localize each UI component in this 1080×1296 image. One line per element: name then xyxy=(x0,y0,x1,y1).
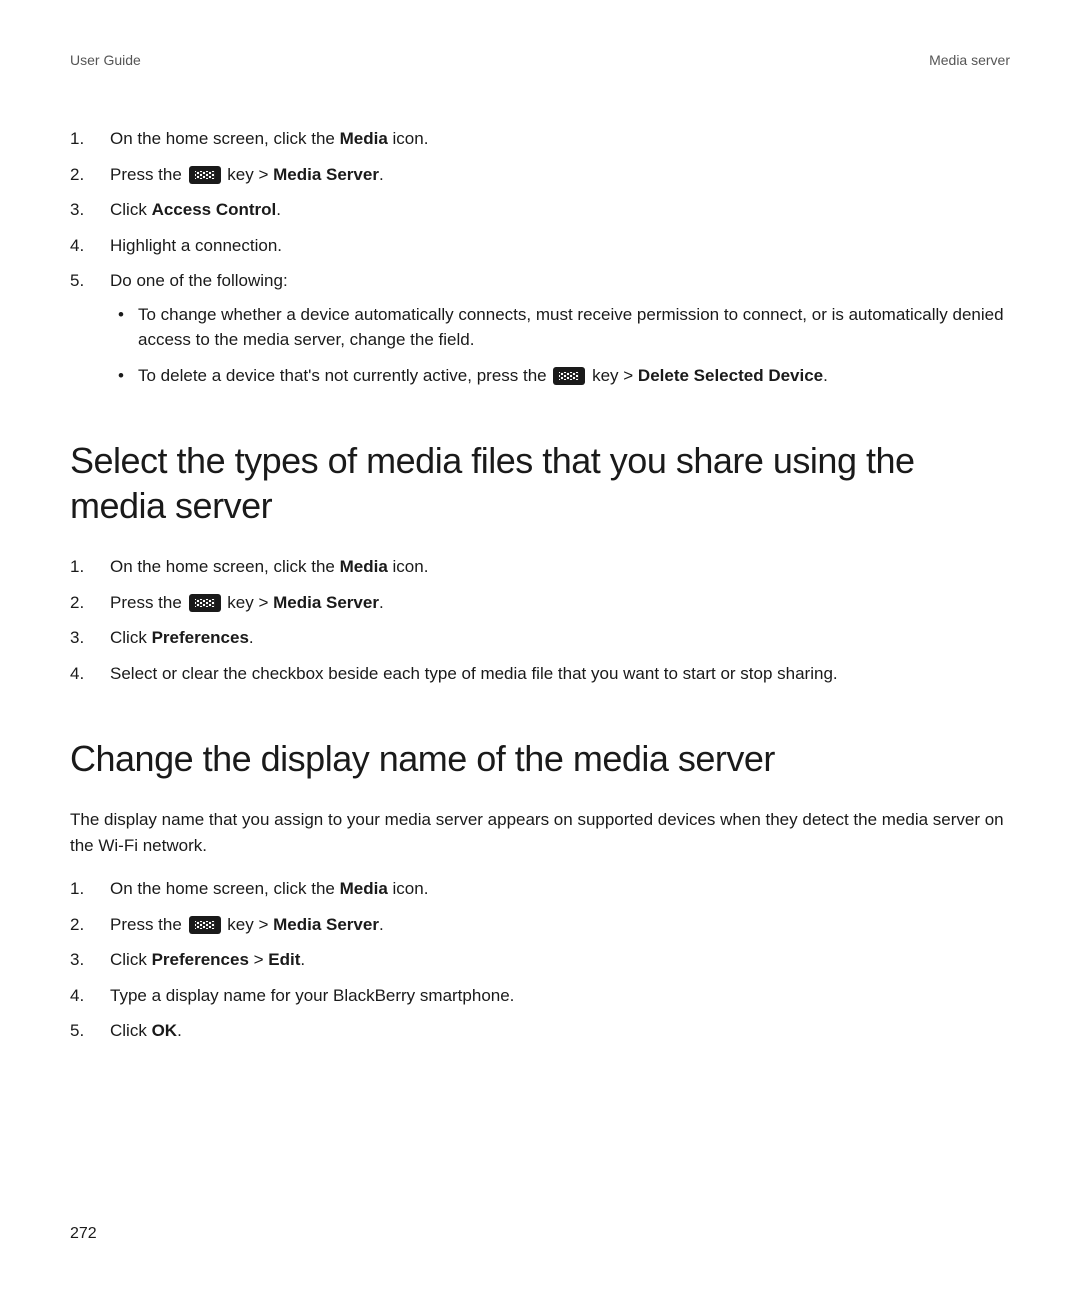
list-item: Click Preferences > Edit. xyxy=(70,947,1010,973)
sub-bullets: To change whether a device automatically… xyxy=(110,302,1010,389)
section-access-control: On the home screen, click the Media icon… xyxy=(70,126,1010,388)
list-item: Click Access Control. xyxy=(70,197,1010,223)
section-heading: Change the display name of the media ser… xyxy=(70,736,1010,781)
menu-key-icon xyxy=(189,916,221,934)
list-item: On the home screen, click the Media icon… xyxy=(70,126,1010,152)
section-heading: Select the types of media files that you… xyxy=(70,438,1010,528)
list-item: Press the key > Media Server. xyxy=(70,912,1010,938)
page-header: User Guide Media server xyxy=(70,50,1010,71)
section-intro: The display name that you assign to your… xyxy=(70,807,1010,858)
list-item: Press the key > Media Server. xyxy=(70,162,1010,188)
menu-key-icon xyxy=(189,166,221,184)
section-change-display-name: Change the display name of the media ser… xyxy=(70,736,1010,1044)
steps-list-1: On the home screen, click the Media icon… xyxy=(70,126,1010,388)
list-item: Press the key > Media Server. xyxy=(70,590,1010,616)
list-item: Click Preferences. xyxy=(70,625,1010,651)
list-item: Select or clear the checkbox beside each… xyxy=(70,661,1010,687)
list-item: Type a display name for your BlackBerry … xyxy=(70,983,1010,1009)
menu-key-icon xyxy=(189,594,221,612)
menu-key-icon xyxy=(553,367,585,385)
steps-list-2: On the home screen, click the Media icon… xyxy=(70,554,1010,686)
header-right: Media server xyxy=(929,50,1010,71)
list-item: Click OK. xyxy=(70,1018,1010,1044)
list-item: Do one of the following: To change wheth… xyxy=(70,268,1010,388)
section-select-media-types: Select the types of media files that you… xyxy=(70,438,1010,686)
header-left: User Guide xyxy=(70,50,141,71)
list-item: On the home screen, click the Media icon… xyxy=(70,554,1010,580)
list-item: Highlight a connection. xyxy=(70,233,1010,259)
list-item: On the home screen, click the Media icon… xyxy=(70,876,1010,902)
page-number: 272 xyxy=(70,1222,97,1246)
list-item: To delete a device that's not currently … xyxy=(110,363,1010,389)
list-item: To change whether a device automatically… xyxy=(110,302,1010,353)
steps-list-3: On the home screen, click the Media icon… xyxy=(70,876,1010,1044)
